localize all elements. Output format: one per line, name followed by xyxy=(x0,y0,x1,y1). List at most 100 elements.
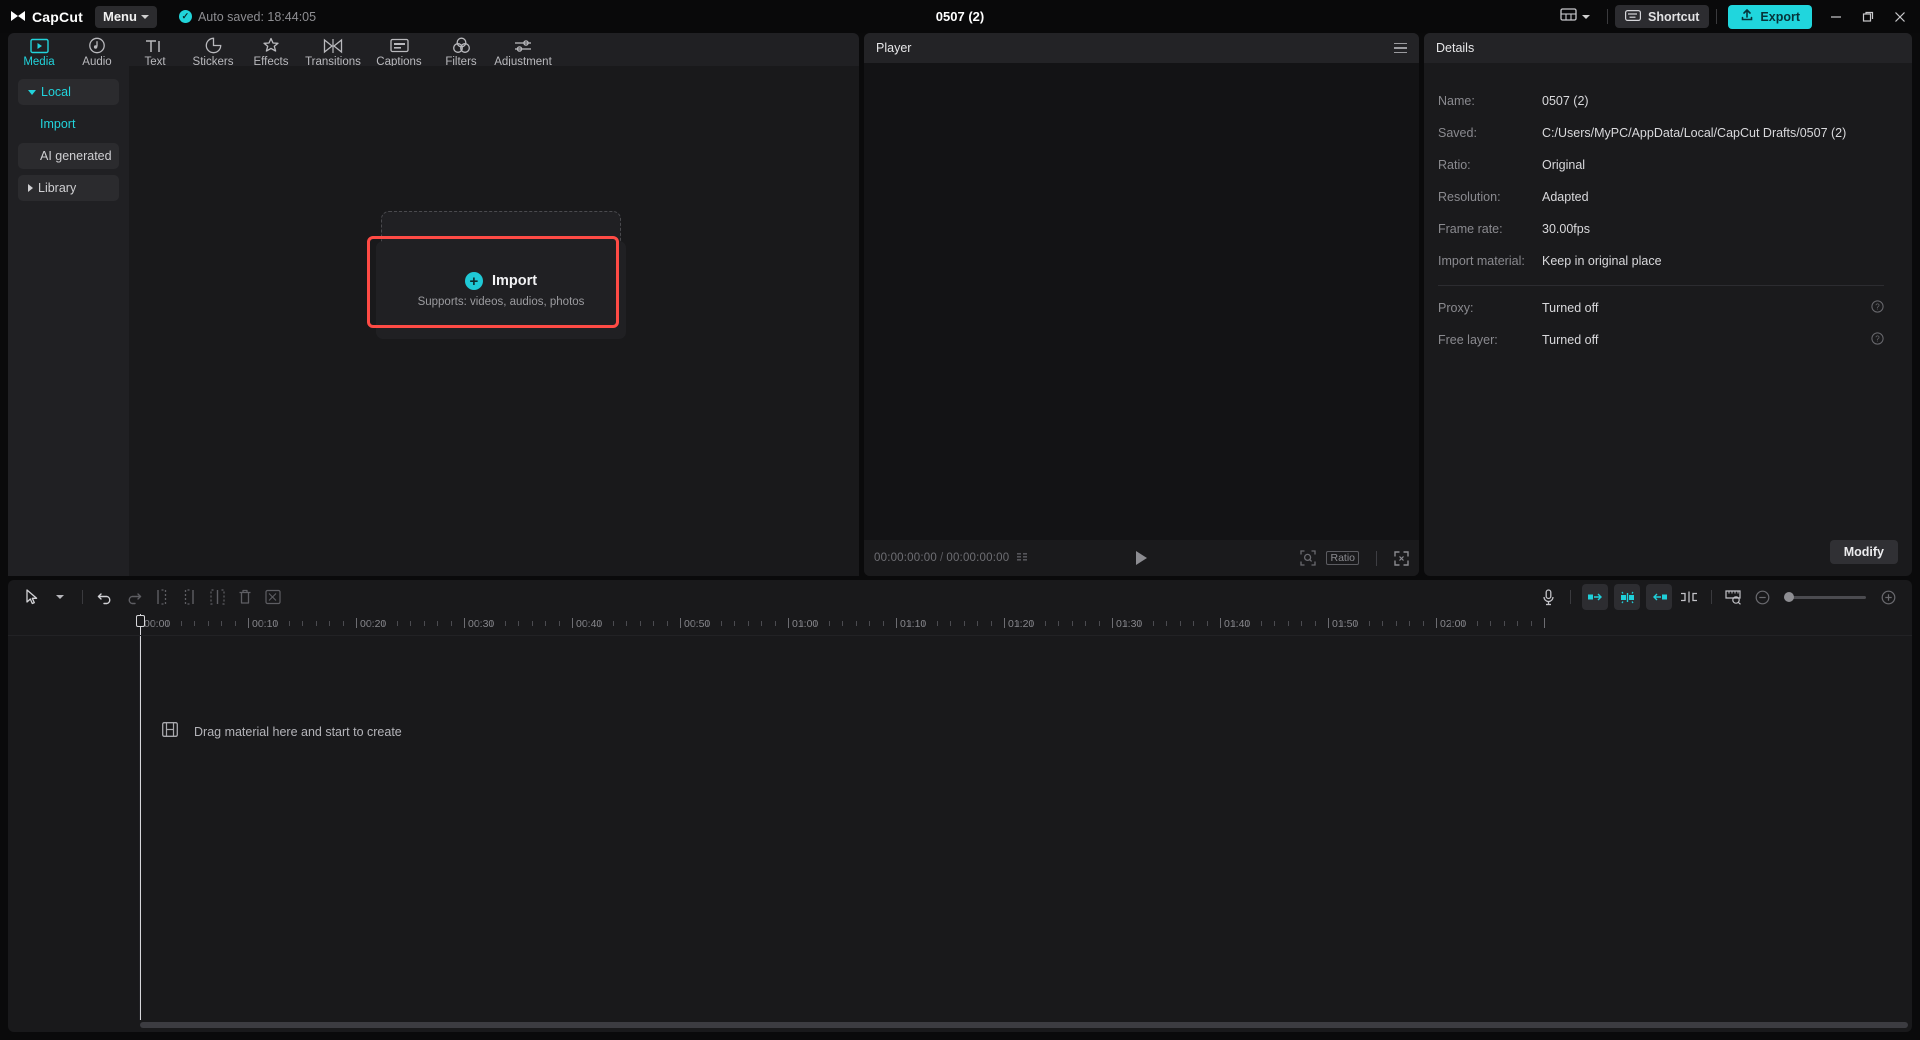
menu-button[interactable]: Menu xyxy=(94,5,157,28)
ruler-minor-tick xyxy=(936,621,938,626)
transitions-icon xyxy=(323,36,343,55)
ruler-zoom-icon[interactable] xyxy=(1720,584,1748,610)
tab-adjustment[interactable]: Adjustment xyxy=(490,33,556,69)
ruler-minor-tick xyxy=(855,621,857,626)
undo-icon[interactable] xyxy=(91,584,119,610)
chevron-right-icon xyxy=(28,184,33,192)
details-row-name: Name: 0507 (2) xyxy=(1438,85,1884,117)
select-cursor-icon[interactable] xyxy=(18,584,46,610)
mask-crop-icon[interactable] xyxy=(259,584,287,610)
minimize-button[interactable] xyxy=(1820,0,1852,33)
details-value: C:/Users/MyPC/AppData/Local/CapCut Draft… xyxy=(1542,126,1847,140)
playhead[interactable] xyxy=(136,614,145,635)
modify-button[interactable]: Modify xyxy=(1829,540,1898,564)
timeline-scrollbar[interactable] xyxy=(8,1020,1912,1032)
text-ti-icon xyxy=(144,36,166,55)
drag-material-text: Drag material here and start to create xyxy=(194,725,402,739)
playhead-line xyxy=(140,636,141,1020)
ruler-minor-tick xyxy=(1179,621,1181,626)
details-label: Free layer: xyxy=(1438,333,1498,347)
ruler-minor-tick xyxy=(1071,621,1073,626)
zoom-out-icon[interactable] xyxy=(1748,584,1776,610)
ruler-minor-tick xyxy=(1058,621,1059,626)
scrollbar-track[interactable] xyxy=(140,1021,1908,1028)
zoom-slider[interactable] xyxy=(1784,592,1866,602)
maximize-button[interactable] xyxy=(1852,0,1884,33)
tab-text[interactable]: Text xyxy=(126,33,184,69)
delete-icon[interactable] xyxy=(231,584,259,610)
sidebar-item-local[interactable]: Local xyxy=(18,79,119,105)
shortcut-button[interactable]: Shortcut xyxy=(1615,5,1710,28)
ruler-minor-tick xyxy=(167,621,168,626)
sidebar-item-ai-generated[interactable]: AI generated xyxy=(18,143,119,169)
ruler-minor-tick xyxy=(1314,621,1316,626)
cursor-dropdown-icon[interactable] xyxy=(46,584,74,610)
export-button[interactable]: Export xyxy=(1728,4,1812,29)
tab-stickers[interactable]: Stickers xyxy=(184,33,242,69)
close-button[interactable] xyxy=(1884,0,1916,33)
split-left-icon[interactable] xyxy=(147,584,175,610)
export-label: Export xyxy=(1760,9,1800,24)
tab-bar: Media Audio Text Stickers Effects Transi… xyxy=(8,33,859,69)
tab-filters[interactable]: Filters xyxy=(432,33,490,69)
ruler-major-tick xyxy=(1436,618,1437,628)
timeline-panel: 00:00 00:10 00:20 00:30 00:40 00:50 01:00 01:10… xyxy=(8,580,1912,1032)
tab-transitions[interactable]: Transitions xyxy=(300,33,366,69)
zoom-in-icon[interactable] xyxy=(1874,584,1902,610)
ruler-minor-tick xyxy=(1422,621,1424,626)
ruler-minor-tick xyxy=(1031,621,1032,626)
tab-captions[interactable]: Captions xyxy=(366,33,432,69)
scrollbar-thumb[interactable] xyxy=(140,1021,1908,1028)
import-button[interactable]: + Import Supports: videos, audios, photo… xyxy=(376,241,626,339)
microphone-icon[interactable] xyxy=(1534,584,1562,610)
sidebar-item-import[interactable]: Import xyxy=(18,111,119,137)
snap-right-icon[interactable] xyxy=(1646,584,1672,610)
tab-effects[interactable]: Effects xyxy=(242,33,300,69)
split-icon[interactable] xyxy=(203,584,231,610)
ruler-minor-tick xyxy=(761,621,762,626)
split-right-icon[interactable] xyxy=(175,584,203,610)
ruler-minor-tick xyxy=(1395,621,1397,626)
ruler-major-tick xyxy=(788,618,789,628)
playhead-handle[interactable] xyxy=(136,615,145,627)
details-row-saved: Saved: C:/Users/MyPC/AppData/Local/CapCu… xyxy=(1438,117,1884,149)
ruler-minor-tick xyxy=(1355,621,1356,626)
timeline-ruler[interactable]: 00:00 00:10 00:20 00:30 00:40 00:50 01:00 01:10… xyxy=(8,614,1912,636)
redo-icon[interactable] xyxy=(119,584,147,610)
tab-media[interactable]: Media xyxy=(10,33,68,69)
ruler-minor-tick xyxy=(1449,621,1451,626)
player-stage[interactable] xyxy=(864,63,1419,540)
mirror-split-icon[interactable] xyxy=(1675,584,1703,610)
help-icon[interactable]: ? xyxy=(1871,332,1884,348)
ruler-major-tick xyxy=(1328,618,1329,628)
details-value: Original xyxy=(1542,158,1586,172)
ruler-minor-tick xyxy=(1409,621,1410,626)
play-icon[interactable] xyxy=(1136,551,1147,565)
layout-switch-button[interactable] xyxy=(1550,7,1600,26)
ruler-minor-tick xyxy=(1152,621,1154,626)
ruler-minor-tick xyxy=(977,621,978,626)
timeline-tracks[interactable]: Drag material here and start to create xyxy=(140,636,1912,1020)
details-footer: Modify xyxy=(1424,540,1912,576)
ruler-minor-tick xyxy=(990,621,992,626)
divider xyxy=(1438,285,1884,286)
ruler-minor-tick xyxy=(1125,621,1127,626)
zoom-slider-handle[interactable] xyxy=(1784,592,1794,602)
details-row-ratio: Ratio: Original xyxy=(1438,149,1884,181)
plus-circle-icon: + xyxy=(464,272,483,290)
help-icon[interactable]: ? xyxy=(1871,300,1884,316)
ruler-minor-tick xyxy=(1085,621,1086,626)
details-value: Turned off xyxy=(1542,301,1599,315)
hamburger-icon[interactable] xyxy=(1394,42,1407,54)
drag-material-hint[interactable]: Drag material here and start to create xyxy=(162,722,402,742)
tab-audio[interactable]: Audio xyxy=(68,33,126,69)
auto-snap-icon[interactable] xyxy=(1614,584,1640,610)
details-row-import-material: Import material: Keep in original place xyxy=(1438,245,1884,277)
sidebar-item-library[interactable]: Library xyxy=(18,175,119,201)
import-supports-text: Supports: videos, audios, photos xyxy=(417,296,585,308)
play-button-wrap xyxy=(864,551,1419,565)
sidebar-item-label: Library xyxy=(38,181,77,195)
ruler-major-tick xyxy=(1220,618,1221,628)
details-value: 0507 (2) xyxy=(1542,94,1589,108)
snap-left-icon[interactable] xyxy=(1582,584,1608,610)
